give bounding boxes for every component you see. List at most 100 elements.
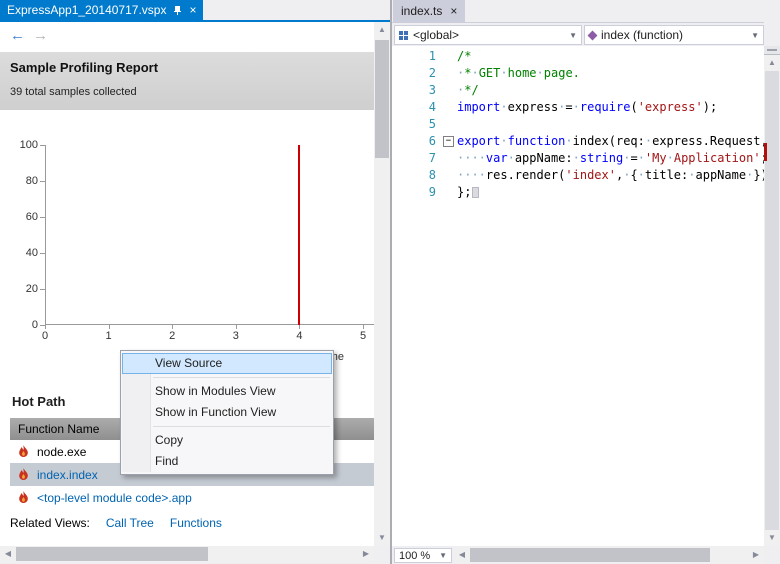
left-vertical-scrollbar[interactable]: ▲ ▼ [374,22,390,546]
related-views: Related Views: Call Tree Functions [10,516,222,530]
report-title: Sample Profiling Report [10,60,159,75]
tab-profiling-report[interactable]: ExpressApp1_20140717.vspx × [0,0,204,20]
left-tab-strip: ExpressApp1_20140717.vspx × [0,0,390,22]
related-view-link-call-tree[interactable]: Call Tree [106,516,154,530]
navigate-back-icon[interactable]: ← [10,27,25,44]
fold-gutter [442,82,457,99]
code-line[interactable]: 6 export·function·index(req:·express.Requ… [392,133,764,150]
scrollbar-thumb[interactable] [375,40,389,158]
code-line[interactable]: 5 [392,116,764,133]
code-token: · [536,66,544,80]
y-tick-mark [40,181,45,182]
code-text: import·express·=·require('express'); [457,99,764,116]
code-line[interactable]: 7 ····var·appName:·string·=·'My·Applicati… [392,150,764,167]
code-line[interactable]: 3 ·*/ [392,82,764,99]
line-number: 9 [428,185,436,199]
code-token: 'index' [565,168,616,182]
code-editor[interactable]: 1 /* 2 ·*·GET·home·page. 3 ·*/4 import·express… [392,46,764,546]
y-tick-mark [40,253,45,254]
chevron-down-icon[interactable]: ▼ [569,31,577,40]
menu-separator [153,377,330,378]
y-tick-label: 40 [25,247,38,259]
scroll-right-icon[interactable]: ▶ [748,547,764,563]
menu-item-copy[interactable]: Copy [122,430,332,451]
code-line[interactable]: 2 ·*·GET·home·page. [392,65,764,82]
code-token: }; [457,185,472,199]
x-tick-label: 4 [296,330,303,342]
scroll-left-icon[interactable]: ◀ [454,547,470,563]
code-line[interactable]: 4 import·express·=·require('express'); [392,99,764,116]
context-menu-items: View Source Show in Modules View Show in F… [122,353,332,472]
code-token: = [630,151,638,165]
table-row[interactable]: <top-level module code>.app [10,486,374,509]
close-icon[interactable]: × [450,5,457,17]
scroll-right-icon[interactable]: ▶ [358,546,374,562]
menu-item-find[interactable]: Find [122,451,332,472]
line-number: 2 [428,66,436,80]
scrollbar-thumb[interactable] [765,71,779,530]
y-tick-mark [40,145,45,146]
code-line[interactable]: 9}; [392,184,764,201]
menu-item-show-in-modules-view[interactable]: Show in Modules View [122,381,332,402]
line-number: 6 [428,134,436,148]
close-icon[interactable]: × [189,4,196,16]
report-header: Sample Profiling Report 39 total samples… [0,52,374,110]
function-name[interactable]: <top-level module code>.app [37,491,192,505]
fold-gutter [442,65,457,82]
right-horizontal-scrollbar[interactable]: ◀ ▶ [454,547,764,563]
code-token: */ [464,83,479,97]
flame-icon [18,468,29,481]
related-view-link-functions[interactable]: Functions [170,516,222,530]
chart-data-spike [298,145,301,325]
scroll-left-icon[interactable]: ◀ [0,546,16,562]
line-number: 1 [428,49,436,63]
right-tab-strip: index.ts × [392,0,780,22]
global-scope-icon [399,30,408,40]
code-token: express.Request, [652,134,764,148]
scroll-up-icon[interactable]: ▲ [764,55,780,71]
code-token: ( [630,100,638,114]
y-tick-label: 20 [25,283,38,295]
code-line[interactable]: 1 /* [392,48,764,65]
menu-item-view-source[interactable]: View Source [122,353,332,374]
code-text: }; [457,184,764,201]
x-tick-label: 3 [232,330,239,342]
scrollbar-thumb[interactable] [470,548,710,562]
chart: Time 020406080100012345 [0,118,374,370]
fold-collapse-icon[interactable] [442,133,457,150]
scroll-down-icon[interactable]: ▼ [374,530,390,546]
code-token: page. [543,66,580,80]
navigate-forward-icon[interactable]: → [33,27,48,44]
chevron-down-icon[interactable]: ▼ [751,31,759,40]
pin-icon[interactable] [173,5,182,16]
zoom-dropdown[interactable]: 100 % ▼ [394,548,452,563]
menu-item-show-in-function-view[interactable]: Show in Function View [122,402,332,423]
right-vertical-scrollbar[interactable]: ▲ ▼ [764,55,780,546]
line-number: 8 [428,168,436,182]
chevron-down-icon[interactable]: ▼ [439,551,447,560]
scrollbar-thumb[interactable] [16,547,208,561]
code-token: · [565,134,573,148]
scroll-up-icon[interactable]: ▲ [374,22,390,38]
code-token [472,187,480,198]
scope-dropdown[interactable]: <global> ▼ [394,25,582,45]
x-tick-mark [299,325,301,329]
code-token: · [637,151,645,165]
scroll-down-icon[interactable]: ▼ [764,530,780,546]
code-token: /* [457,49,472,63]
fold-gutter [442,150,457,167]
y-tick-label: 60 [25,211,38,223]
fold-gutter [442,99,457,116]
function-name[interactable]: index.index [37,468,98,482]
member-dropdown[interactable]: index (function) ▼ [584,25,764,45]
code-token: export [457,134,501,148]
code-text: ·*·GET·home·page. [457,65,764,82]
profiling-report-pane: ExpressApp1_20140717.vspx × ← → Sample P… [0,0,390,564]
left-horizontal-scrollbar[interactable]: ◀ ▶ [0,546,374,562]
tab-index-ts[interactable]: index.ts × [393,0,466,22]
code-line[interactable]: 8 ····res.render('index',·{·title:·appNam… [392,167,764,184]
editor-split-handle[interactable] [764,46,780,55]
y-tick-label: 0 [31,319,38,331]
code-token: index(req: [572,134,645,148]
y-tick-mark [40,289,45,290]
